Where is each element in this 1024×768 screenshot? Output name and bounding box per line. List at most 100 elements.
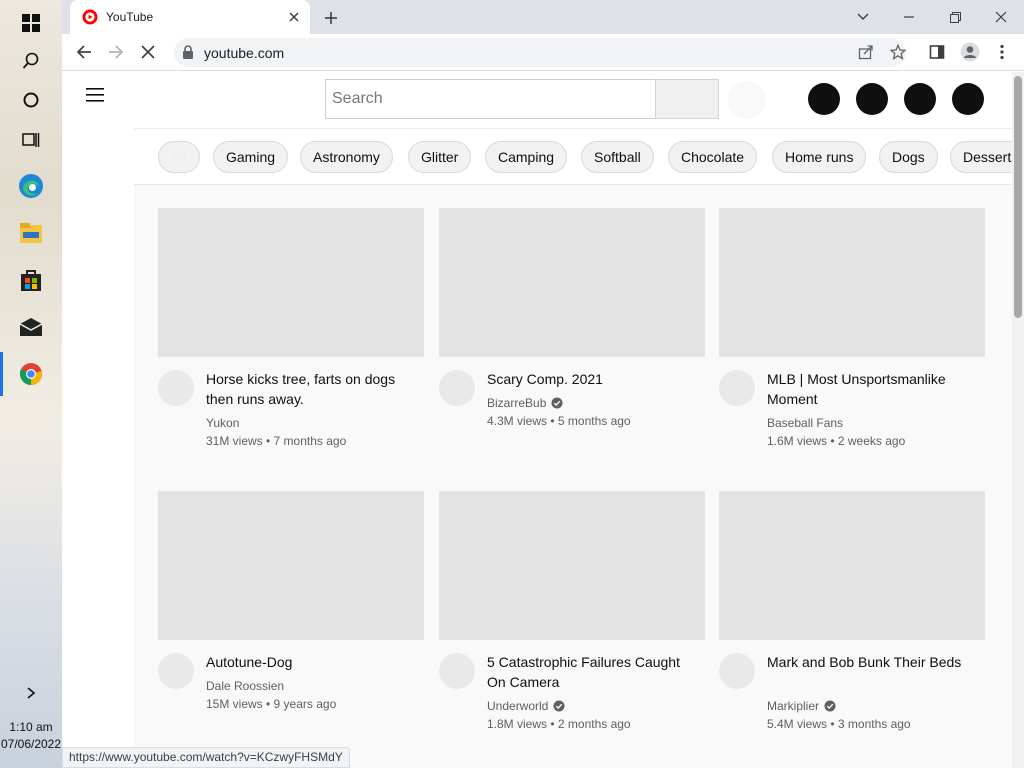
stop-loading-icon[interactable] — [136, 40, 160, 64]
tab-youtube[interactable]: YouTube — [70, 0, 310, 34]
channel-name-text[interactable]: Markiplier — [767, 699, 819, 713]
address-bar[interactable]: youtube.com — [174, 38, 906, 67]
chip-bar: All Gaming Astronomy Glitter Camping Sof… — [134, 128, 1024, 185]
video-thumbnail[interactable] — [439, 491, 705, 640]
video-meta: 1.8M views • 2 months ago — [487, 717, 631, 731]
account-avatar[interactable] — [952, 83, 984, 115]
video-card[interactable]: Mark and Bob Bunk Their Beds Markiplier … — [719, 491, 985, 751]
browser-toolbar: youtube.com — [62, 34, 1024, 71]
chip-chocolate[interactable]: Chocolate — [668, 141, 758, 173]
video-thumbnail[interactable] — [439, 208, 705, 357]
share-icon[interactable] — [854, 40, 878, 64]
video-title[interactable]: Autotune-Dog — [206, 652, 416, 672]
video-title[interactable]: MLB | Most Unsportsmanlike Moment — [767, 369, 977, 409]
tab-search-chevron-down-icon[interactable] — [840, 4, 886, 30]
channel-avatar[interactable] — [719, 370, 755, 406]
video-card[interactable]: Scary Comp. 2021 BizarreBub 4.3M views •… — [439, 208, 705, 468]
voice-search-button[interactable] — [728, 81, 766, 119]
video-meta: 4.3M views • 5 months ago — [487, 414, 631, 428]
video-meta: 15M views • 9 years ago — [206, 697, 337, 711]
new-tab-plus-icon[interactable] — [320, 7, 342, 29]
video-title[interactable]: Horse kicks tree, farts on dogs then run… — [206, 369, 416, 409]
file-explorer-icon[interactable] — [0, 210, 62, 256]
channel-name[interactable]: Yukon — [206, 415, 239, 431]
video-card[interactable]: MLB | Most Unsportsmanlike Moment Baseba… — [719, 208, 985, 468]
screen: 1:10 am 07/06/2022 YouTube youtube.com S… — [0, 0, 1024, 768]
show-more-chevron-icon[interactable] — [0, 670, 62, 716]
create-icon[interactable] — [808, 83, 840, 115]
channel-name[interactable]: Markiplier — [767, 698, 836, 714]
channel-name-text[interactable]: Yukon — [206, 416, 239, 430]
lock-icon[interactable] — [182, 45, 196, 59]
video-card[interactable]: 5 Catastrophic Failures Caught On Camera… — [439, 491, 705, 751]
apps-icon[interactable] — [856, 83, 888, 115]
video-meta: 1.6M views • 2 weeks ago — [767, 434, 906, 448]
menu-kebab-icon[interactable] — [990, 40, 1014, 64]
chip-astronomy[interactable]: Astronomy — [300, 141, 393, 173]
video-grid: Horse kicks tree, farts on dogs then run… — [134, 185, 1012, 768]
video-thumbnail[interactable] — [158, 491, 424, 640]
page-scrollbar[interactable] — [1012, 72, 1024, 768]
mail-icon[interactable] — [0, 304, 62, 350]
channel-avatar[interactable] — [158, 653, 194, 689]
chip-glitter[interactable]: Glitter — [408, 141, 472, 173]
bookmark-star-icon[interactable] — [886, 40, 910, 64]
window-close-icon[interactable] — [978, 4, 1024, 30]
task-view-icon[interactable] — [0, 117, 62, 163]
tab-close-icon[interactable] — [286, 9, 302, 25]
channel-name-text[interactable]: Underworld — [487, 699, 548, 713]
clock-time[interactable]: 1:10 am — [0, 720, 62, 734]
verified-badge-icon — [551, 397, 563, 409]
chip-gaming[interactable]: Gaming — [213, 141, 289, 173]
address-url[interactable]: youtube.com — [204, 45, 284, 61]
video-card[interactable]: Horse kicks tree, farts on dogs then run… — [158, 208, 424, 468]
chip-home-runs[interactable]: Home runs — [772, 141, 867, 173]
channel-avatar[interactable] — [158, 370, 194, 406]
guide-strip — [62, 72, 134, 768]
video-card[interactable]: Autotune-Dog Dale Roossien 15M views • 9… — [158, 491, 424, 731]
clock-date[interactable]: 07/06/2022 — [0, 737, 62, 751]
browser-window: YouTube youtube.com Search All Gaming As… — [62, 0, 1024, 768]
youtube-favicon-icon — [82, 9, 98, 25]
channel-name-text[interactable]: Baseball Fans — [767, 416, 843, 430]
channel-name[interactable]: Dale Roossien — [206, 678, 284, 694]
channel-name[interactable]: Underworld — [487, 698, 565, 714]
channel-name[interactable]: BizarreBub — [487, 395, 563, 411]
video-meta: 31M views • 7 months ago — [206, 434, 347, 448]
video-thumbnail[interactable] — [719, 491, 985, 640]
scrollbar-thumb[interactable] — [1014, 76, 1022, 318]
forward-arrow-icon[interactable] — [104, 40, 128, 64]
video-meta: 5.4M views • 3 months ago — [767, 717, 911, 731]
channel-avatar[interactable] — [439, 653, 475, 689]
profile-avatar-icon[interactable] — [958, 40, 982, 64]
search-input[interactable]: Search — [325, 79, 656, 119]
edge-icon[interactable] — [0, 163, 62, 209]
chrome-icon[interactable] — [0, 351, 62, 397]
channel-name-text[interactable]: Dale Roossien — [206, 679, 284, 693]
side-panel-icon[interactable] — [925, 40, 949, 64]
store-icon[interactable] — [0, 257, 62, 303]
tab-strip: YouTube — [62, 0, 1024, 34]
channel-avatar[interactable] — [719, 653, 755, 689]
chip-softball[interactable]: Softball — [581, 141, 654, 173]
video-thumbnail[interactable] — [719, 208, 985, 357]
chip-all[interactable]: All — [158, 141, 200, 173]
back-arrow-icon[interactable] — [72, 40, 96, 64]
status-url-bubble: https://www.youtube.com/watch?v=KCzwyFHS… — [62, 747, 350, 768]
minimize-icon[interactable] — [886, 4, 932, 30]
search-button[interactable] — [655, 79, 719, 119]
notifications-icon[interactable] — [904, 83, 936, 115]
chip-camping[interactable]: Camping — [485, 141, 568, 173]
video-title[interactable]: Mark and Bob Bunk Their Beds — [767, 652, 977, 672]
video-title[interactable]: 5 Catastrophic Failures Caught On Camera — [487, 652, 697, 692]
tab-title: YouTube — [106, 10, 154, 24]
channel-name-text[interactable]: BizarreBub — [487, 396, 546, 410]
video-thumbnail[interactable] — [158, 208, 424, 357]
verified-badge-icon — [824, 700, 836, 712]
channel-name[interactable]: Baseball Fans — [767, 415, 843, 431]
chip-dogs[interactable]: Dogs — [879, 141, 938, 173]
channel-avatar[interactable] — [439, 370, 475, 406]
video-title[interactable]: Scary Comp. 2021 — [487, 369, 697, 389]
restore-icon[interactable] — [932, 4, 978, 30]
hamburger-menu-icon[interactable] — [86, 88, 110, 112]
